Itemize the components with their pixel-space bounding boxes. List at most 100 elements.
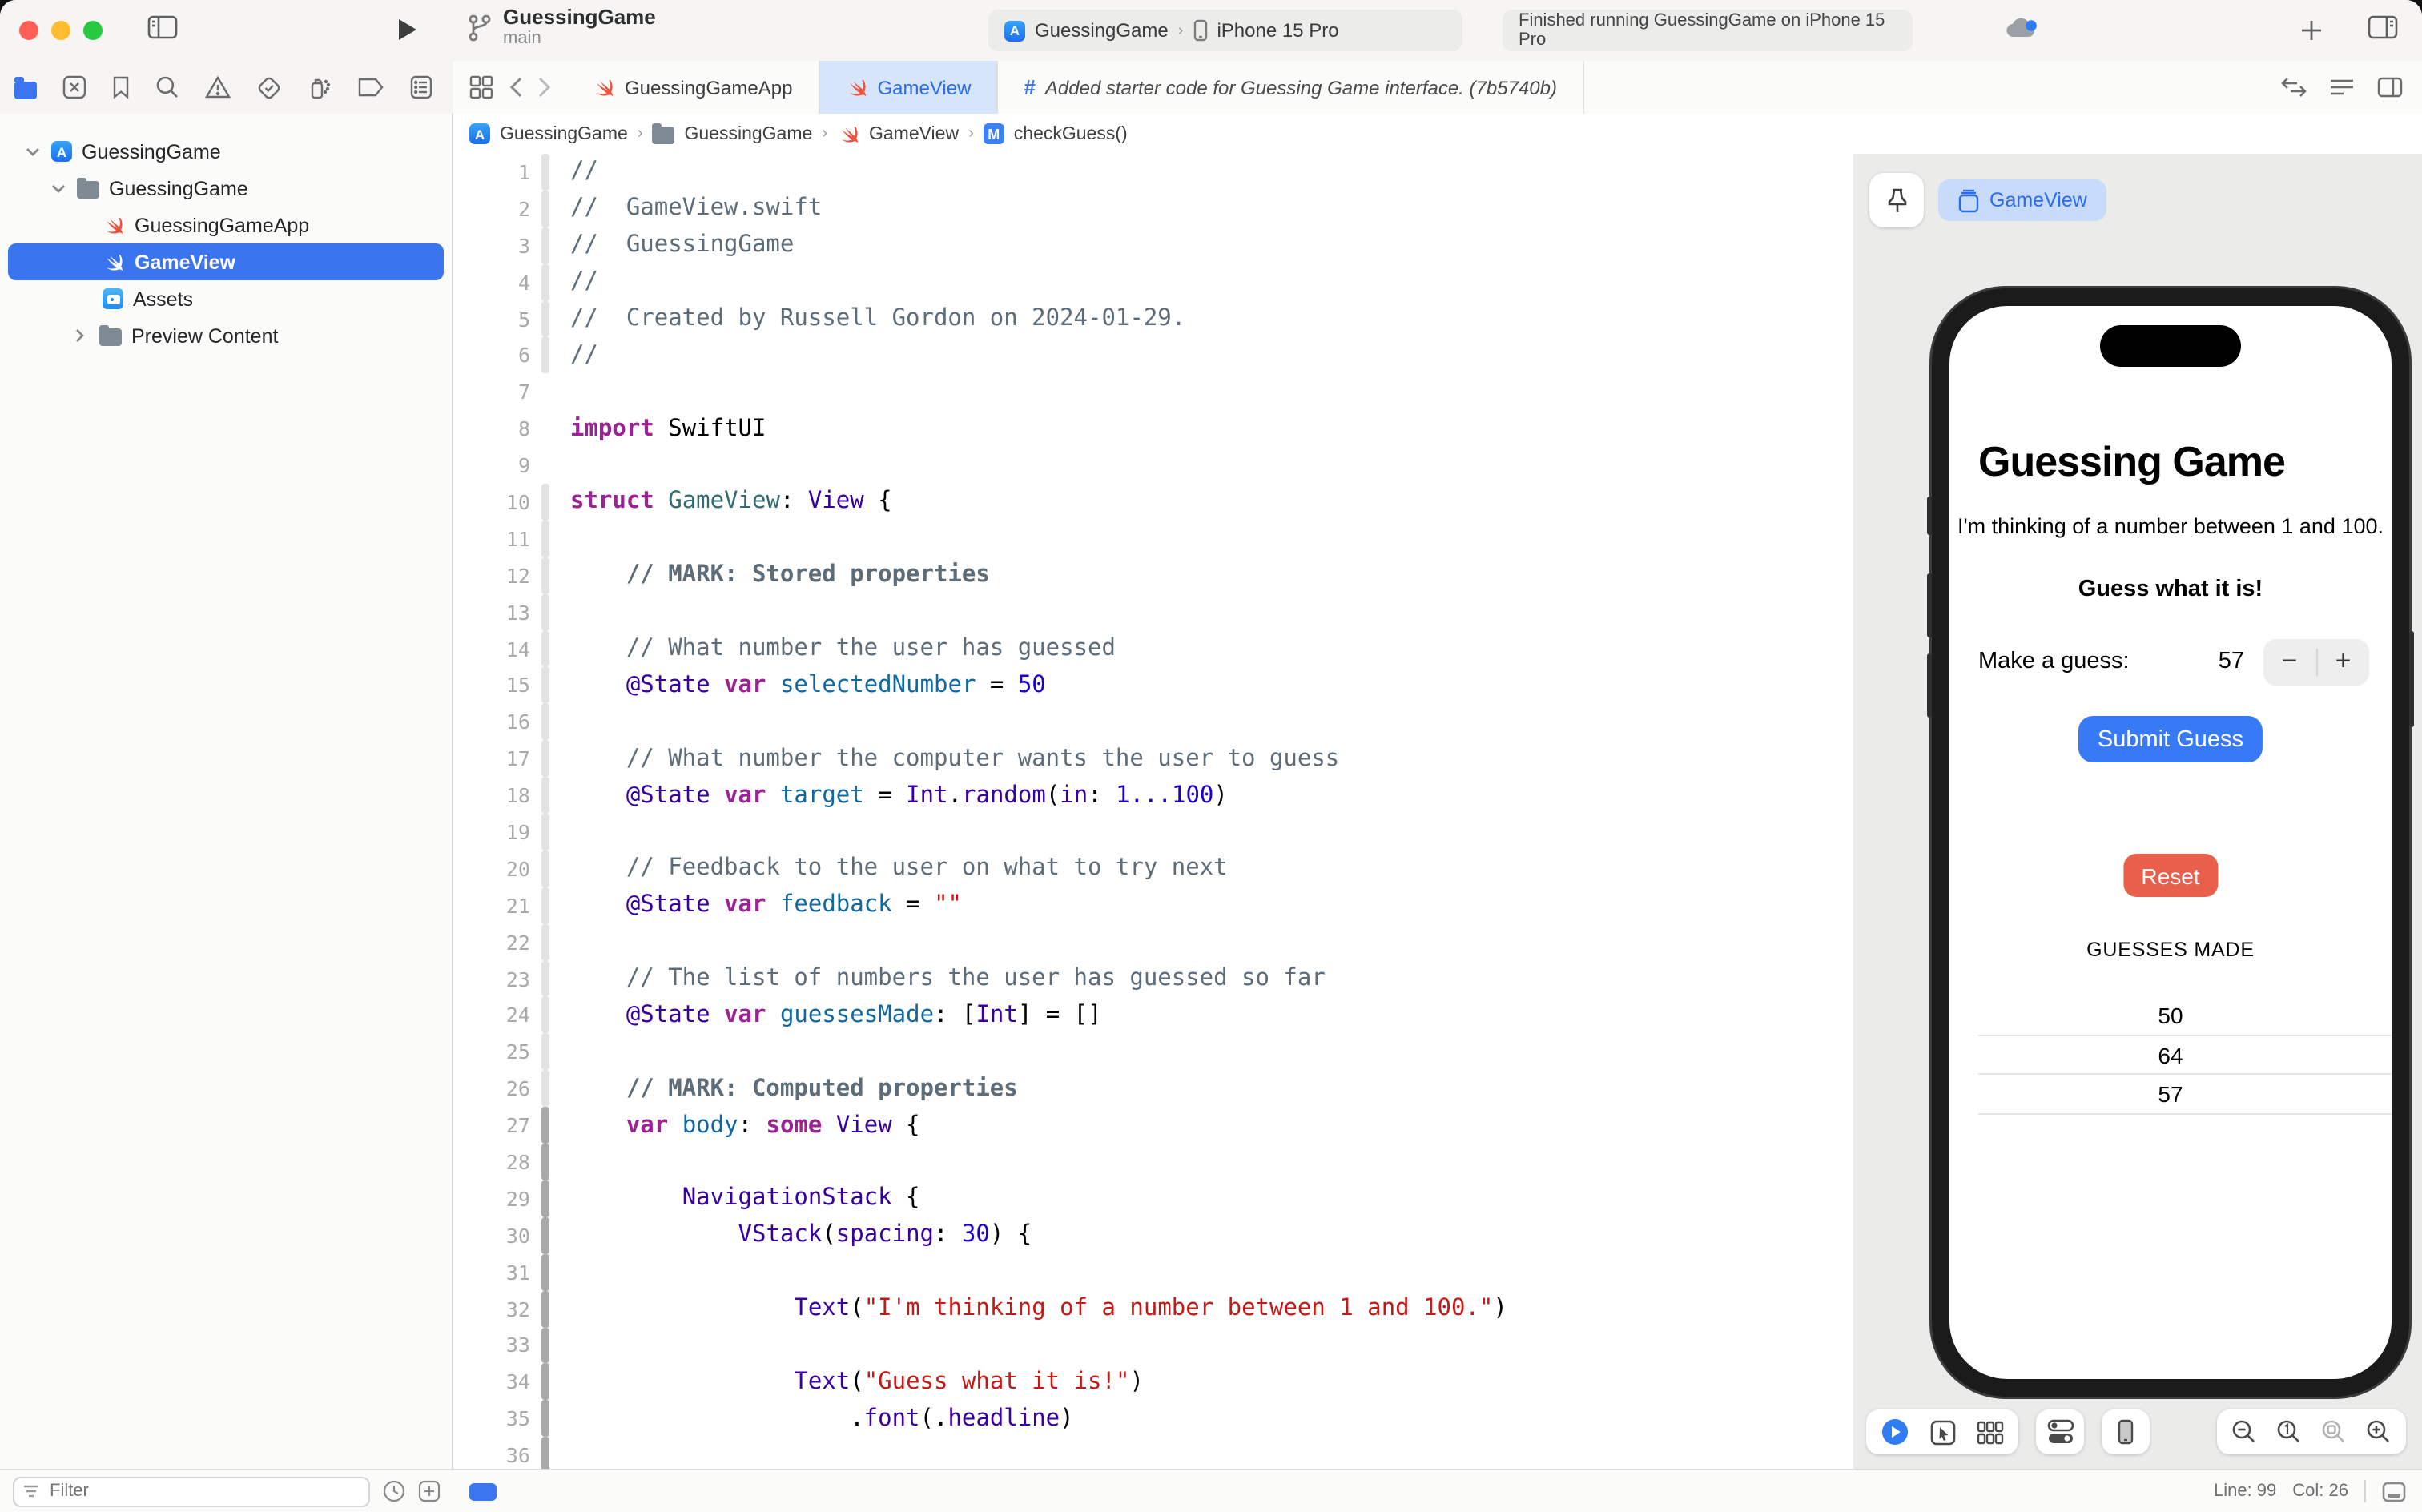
line-number[interactable]: 27 bbox=[453, 1113, 530, 1137]
code-line[interactable]: 34 Text("Guess what it is!") bbox=[453, 1363, 1853, 1401]
breadcrumb-file[interactable]: GameView bbox=[869, 124, 959, 143]
code-line[interactable]: 14 // What number the user has guessed bbox=[453, 630, 1853, 667]
line-number[interactable]: 12 bbox=[453, 563, 530, 587]
line-number[interactable]: 6 bbox=[453, 344, 530, 368]
code-line[interactable]: 20 // Feedback to the user on what to tr… bbox=[453, 850, 1853, 887]
line-number[interactable]: 19 bbox=[453, 820, 530, 844]
code-review-icon[interactable] bbox=[2281, 77, 2307, 98]
code-line[interactable]: 19 bbox=[453, 814, 1853, 850]
code-line[interactable]: 32 Text("I'm thinking of a number betwee… bbox=[453, 1290, 1853, 1327]
code-line[interactable]: 6 // bbox=[453, 336, 1853, 374]
tab-commit[interactable]: # Added starter code for Guessing Game i… bbox=[998, 61, 1584, 114]
line-number[interactable]: 20 bbox=[453, 857, 530, 881]
code-line[interactable]: 8 import SwiftUI bbox=[453, 410, 1853, 447]
code-line[interactable]: 1 // bbox=[453, 154, 1853, 191]
code-line[interactable]: 9 bbox=[453, 447, 1853, 484]
breadcrumb-project[interactable]: GuessingGame bbox=[500, 124, 628, 143]
device-settings-button[interactable] bbox=[2036, 1409, 2084, 1454]
toggle-right-sidebar-icon[interactable] bbox=[2368, 14, 2398, 40]
breakpoints-nav-icon[interactable] bbox=[357, 77, 384, 98]
scheme-target[interactable]: GuessingGame bbox=[1035, 19, 1169, 42]
line-number[interactable]: 3 bbox=[453, 233, 530, 257]
scheme-selector[interactable]: GuessingGame › iPhone 15 Pro bbox=[988, 10, 1462, 51]
line-number[interactable]: 25 bbox=[453, 1040, 530, 1064]
line-number[interactable]: 22 bbox=[453, 930, 530, 954]
bookmarks-nav-icon[interactable] bbox=[112, 75, 130, 99]
code-line[interactable]: 17 // What number the computer wants the… bbox=[453, 740, 1853, 778]
tree-item-guessinggameapp[interactable]: GuessingGameApp bbox=[0, 207, 452, 243]
zoom-out-icon[interactable] bbox=[2231, 1419, 2257, 1445]
run-destination[interactable]: iPhone 15 Pro bbox=[1217, 19, 1338, 42]
code-line[interactable]: 18 @State var target = Int.random(in: 1.… bbox=[453, 777, 1853, 814]
filter-field[interactable] bbox=[13, 1476, 370, 1506]
tree-item-group[interactable]: GuessingGame bbox=[0, 170, 452, 207]
code-line[interactable]: 35 .font(.headline) bbox=[453, 1400, 1853, 1438]
line-number[interactable]: 17 bbox=[453, 746, 530, 770]
reports-nav-icon[interactable] bbox=[410, 75, 432, 99]
line-number[interactable]: 21 bbox=[453, 894, 530, 918]
selectable-mode-icon[interactable] bbox=[1930, 1418, 1956, 1446]
tab-gameview[interactable]: GameView bbox=[819, 61, 999, 114]
recent-files-icon[interactable] bbox=[383, 1480, 405, 1502]
line-number[interactable]: 35 bbox=[453, 1406, 530, 1430]
code-line[interactable]: 25 bbox=[453, 1033, 1853, 1071]
zoom-100-icon[interactable] bbox=[2276, 1419, 2302, 1445]
tree-item-project-root[interactable]: GuessingGame bbox=[0, 133, 452, 170]
toggle-left-sidebar-icon[interactable] bbox=[147, 14, 178, 40]
line-number[interactable]: 33 bbox=[453, 1333, 530, 1357]
minimize-window-button[interactable] bbox=[51, 21, 70, 40]
preview-tab-gameview[interactable]: GameView bbox=[1938, 179, 2106, 221]
code-line[interactable]: 21 @State var feedback = "" bbox=[453, 887, 1853, 924]
code-line[interactable]: 16 bbox=[453, 703, 1853, 741]
line-number[interactable]: 13 bbox=[453, 600, 530, 624]
toggle-bottom-panel-icon[interactable] bbox=[2382, 1481, 2406, 1502]
preview-device-button[interactable] bbox=[2102, 1409, 2150, 1454]
live-preview-icon[interactable] bbox=[1881, 1418, 1909, 1446]
close-window-button[interactable] bbox=[19, 21, 38, 40]
code-line[interactable]: 27 var body: some View { bbox=[453, 1107, 1853, 1144]
line-number[interactable]: 24 bbox=[453, 1003, 530, 1027]
add-tab-icon[interactable] bbox=[2300, 18, 2323, 42]
code-line[interactable]: 30 VStack(spacing: 30) { bbox=[453, 1216, 1853, 1254]
line-number[interactable]: 14 bbox=[453, 637, 530, 661]
code-line[interactable]: 4 // bbox=[453, 263, 1853, 301]
line-number[interactable]: 11 bbox=[453, 527, 530, 551]
zoom-in-icon[interactable] bbox=[2366, 1419, 2392, 1445]
line-number[interactable]: 30 bbox=[453, 1224, 530, 1248]
tree-item-preview-content[interactable]: Preview Content bbox=[0, 317, 452, 354]
line-number[interactable]: 15 bbox=[453, 674, 530, 698]
line-number[interactable]: 32 bbox=[453, 1297, 530, 1321]
code-line[interactable]: 24 @State var guessesMade: [Int] = [] bbox=[453, 996, 1853, 1034]
go-forward-icon[interactable] bbox=[538, 77, 551, 98]
line-number[interactable]: 18 bbox=[453, 783, 530, 807]
stepper-increment-button[interactable]: + bbox=[2317, 645, 2369, 678]
code-line[interactable]: 23 // The list of numbers the user has g… bbox=[453, 960, 1853, 997]
adjust-editor-icon[interactable] bbox=[2329, 77, 2355, 98]
line-number[interactable]: 9 bbox=[453, 453, 530, 477]
code-line[interactable]: 5 // Created by Russell Gordon on 2024-01… bbox=[453, 300, 1853, 337]
chevron-down-icon[interactable] bbox=[48, 183, 67, 193]
code-editor[interactable]: 1 // 2 // GameView.swift 3 // GuessingGame 4 //… bbox=[453, 154, 1853, 1470]
line-number[interactable]: 36 bbox=[453, 1443, 530, 1467]
code-line[interactable]: 31 bbox=[453, 1253, 1853, 1291]
line-number[interactable]: 29 bbox=[453, 1187, 530, 1211]
line-number[interactable]: 26 bbox=[453, 1076, 530, 1100]
code-line[interactable]: 33 bbox=[453, 1327, 1853, 1364]
tree-item-gameview-selected[interactable]: GameView bbox=[8, 243, 444, 280]
line-number[interactable]: 1 bbox=[453, 160, 530, 184]
tests-nav-icon[interactable] bbox=[256, 74, 282, 100]
code-line[interactable]: 3 // GuessingGame bbox=[453, 227, 1853, 264]
variants-icon[interactable] bbox=[1977, 1420, 2004, 1444]
code-line[interactable]: 29 NavigationStack { bbox=[453, 1180, 1853, 1217]
breadcrumb-symbol[interactable]: checkGuess() bbox=[1014, 124, 1128, 143]
breadcrumb-group[interactable]: GuessingGame bbox=[685, 124, 813, 143]
issues-nav-icon[interactable] bbox=[205, 75, 231, 99]
breakpoints-toggle-button[interactable] bbox=[469, 1482, 497, 1500]
code-line[interactable]: 11 bbox=[453, 520, 1853, 557]
project-navigator-icon[interactable] bbox=[14, 76, 37, 99]
zoom-window-button[interactable] bbox=[83, 21, 103, 40]
line-number[interactable]: 2 bbox=[453, 197, 530, 221]
related-items-icon[interactable] bbox=[469, 75, 493, 99]
code-line[interactable]: 22 bbox=[453, 923, 1853, 961]
code-line[interactable]: 36 bbox=[453, 1437, 1853, 1470]
